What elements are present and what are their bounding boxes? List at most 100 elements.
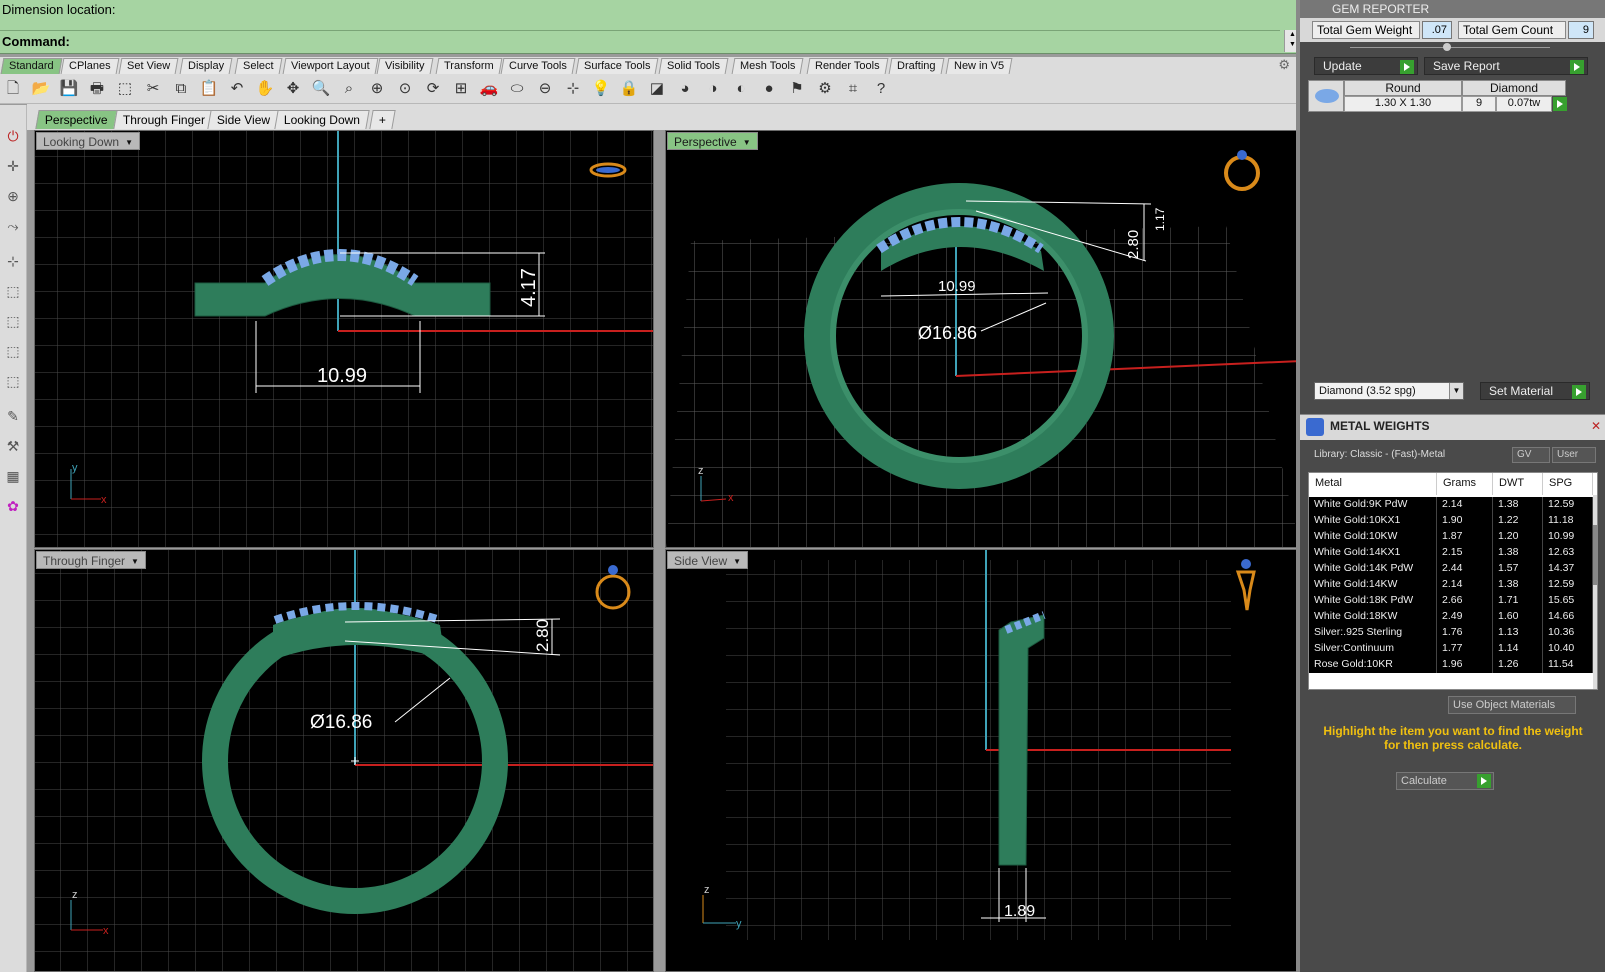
- flag-icon[interactable]: ⚑: [786, 78, 808, 100]
- box-edit-icon[interactable]: ⬚: [2, 310, 24, 332]
- zoom-selected-icon[interactable]: ⊙: [394, 78, 416, 100]
- settings-icon[interactable]: ⚙: [814, 78, 836, 100]
- viewport-label-perspective[interactable]: Perspective ▼: [667, 132, 758, 150]
- new-icon[interactable]: 🗋: [2, 78, 24, 100]
- rotate-view-icon[interactable]: ⟳: [422, 78, 444, 100]
- tab-side-view[interactable]: Side View: [207, 110, 280, 129]
- viewport-side-view[interactable]: 1.89 z y Side View ▼: [665, 549, 1300, 972]
- light-icon[interactable]: 💡: [590, 78, 612, 100]
- render-icon[interactable]: ●: [758, 78, 780, 100]
- print-icon[interactable]: 🖶: [86, 78, 108, 100]
- transform-icon[interactable]: ✎: [2, 405, 24, 427]
- calculate-button[interactable]: Calculate: [1396, 772, 1494, 790]
- undo-icon[interactable]: ↶: [226, 78, 248, 100]
- tab-viewport-layout[interactable]: Viewport Layout: [282, 58, 379, 74]
- tab-standard[interactable]: Standard: [0, 58, 63, 74]
- add-tab-button[interactable]: +: [369, 110, 396, 129]
- save-icon[interactable]: 💾: [58, 78, 80, 100]
- paste-icon[interactable]: 📋: [198, 78, 220, 100]
- box-solid-icon[interactable]: ⬚: [2, 340, 24, 362]
- viewport-label-looking-down[interactable]: Looking Down ▼: [36, 132, 140, 150]
- gem-slider[interactable]: [1300, 42, 1605, 54]
- tab-render-tools[interactable]: Render Tools: [806, 58, 889, 74]
- table-row[interactable]: White Gold:14KX1 2.15 1.38 12.63: [1309, 545, 1593, 561]
- tab-solid-tools[interactable]: Solid Tools: [658, 58, 729, 74]
- table-row[interactable]: Silver:Continuum 1.77 1.14 10.40: [1309, 641, 1593, 657]
- box-shade-icon[interactable]: ⬚: [2, 370, 24, 392]
- layer-icon[interactable]: ◪: [646, 78, 668, 100]
- tab-curve-tools[interactable]: Curve Tools: [500, 58, 576, 74]
- tab-looking-down[interactable]: Looking Down: [274, 110, 370, 129]
- shaded-sphere-icon[interactable]: ◑: [702, 78, 724, 100]
- point-icon[interactable]: ✛: [2, 155, 24, 177]
- tab-visibility[interactable]: Visibility: [376, 58, 433, 74]
- help-icon[interactable]: ?: [870, 78, 892, 100]
- tab-transform[interactable]: Transform: [435, 58, 503, 74]
- table-row[interactable]: White Gold:9K PdW 2.14 1.38 12.59: [1309, 497, 1593, 513]
- tab-set-view[interactable]: Set View: [118, 58, 179, 74]
- table-row[interactable]: White Gold:14K PdW 2.44 1.57 14.37: [1309, 561, 1593, 577]
- zoom-extents-icon[interactable]: ⊕: [366, 78, 388, 100]
- cplane-icon[interactable]: ⬭: [506, 78, 528, 100]
- viewport-perspective[interactable]: 10.99 Ø16.86 2.80 1.17 z x Perspective ▼: [665, 130, 1300, 548]
- tab-new-in-v5[interactable]: New in V5: [945, 58, 1013, 74]
- table-row[interactable]: Silver:.925 Sterling 1.76 1.13 10.36: [1309, 625, 1593, 641]
- tab-through-finger[interactable]: Through Finger: [113, 110, 215, 129]
- table-row[interactable]: White Gold:10KW 1.87 1.20 10.99: [1309, 529, 1593, 545]
- viewport-label-side-view[interactable]: Side View ▼: [667, 551, 749, 569]
- four-view-icon[interactable]: ⊞: [450, 78, 472, 100]
- rendered-sphere-icon[interactable]: ◐: [730, 78, 752, 100]
- set-material-button[interactable]: Set Material: [1480, 382, 1590, 400]
- use-object-materials-select[interactable]: Use Object Materials: [1448, 696, 1576, 714]
- viewport-looking-down[interactable]: 10.99 4.17 y x Looking Down ▼: [34, 130, 654, 548]
- open-icon[interactable]: 📂: [30, 78, 52, 100]
- tab-mesh-tools[interactable]: Mesh Tools: [731, 58, 804, 74]
- viewport-label-through-finger[interactable]: Through Finger ▼: [36, 551, 146, 569]
- zoom-window-icon[interactable]: ⌕: [338, 78, 360, 100]
- update-button[interactable]: Update: [1314, 57, 1418, 75]
- table-scrollbar[interactable]: [1593, 495, 1597, 689]
- total-gem-weight-label: Total Gem Weight: [1312, 21, 1420, 39]
- panel-divider[interactable]: [1296, 0, 1300, 972]
- gv-button[interactable]: GV: [1512, 447, 1550, 463]
- table-row[interactable]: Rose Gold:10KR 1.96 1.26 11.54: [1309, 657, 1593, 673]
- table-row[interactable]: White Gold:14KW 2.14 1.38 12.59: [1309, 577, 1593, 593]
- curve-icon[interactable]: ⤳: [2, 215, 24, 237]
- move-icon[interactable]: ✥: [282, 78, 304, 100]
- import-icon[interactable]: ⬚: [114, 78, 136, 100]
- plugin-icon[interactable]: ✿: [2, 495, 24, 517]
- tab-drafting[interactable]: Drafting: [888, 58, 944, 74]
- material-select[interactable]: Diamond (3.52 spg) ▼: [1314, 382, 1464, 400]
- zoom-icon[interactable]: 🔍: [310, 78, 332, 100]
- axis-icon[interactable]: ⊹: [2, 250, 24, 272]
- texture-icon[interactable]: ▦: [2, 465, 24, 487]
- command-input[interactable]: Command:: [0, 30, 1280, 52]
- stop-icon[interactable]: ⏻: [2, 125, 24, 147]
- properties-icon[interactable]: ⌗: [842, 78, 864, 100]
- save-report-button[interactable]: Save Report: [1424, 57, 1588, 75]
- viewport-through-finger[interactable]: 2.80 Ø16.86 z x Through Finger ▼: [34, 549, 654, 972]
- table-row[interactable]: White Gold:10KX1 1.90 1.22 11.18: [1309, 513, 1593, 529]
- cut-icon[interactable]: ✂: [142, 78, 164, 100]
- tab-select[interactable]: Select: [234, 58, 282, 74]
- lock-icon[interactable]: 🔒: [618, 78, 640, 100]
- gem-row-play-icon[interactable]: [1553, 97, 1567, 111]
- mesh-icon[interactable]: ⚒: [2, 435, 24, 457]
- tab-display[interactable]: Display: [179, 58, 233, 74]
- pan-icon[interactable]: ✋: [254, 78, 276, 100]
- tab-cplanes[interactable]: CPlanes: [60, 58, 119, 74]
- tab-perspective[interactable]: Perspective: [35, 110, 118, 129]
- gear-icon[interactable]: ⚙: [1278, 57, 1290, 73]
- table-row[interactable]: White Gold:18K PdW 2.66 1.71 15.65: [1309, 593, 1593, 609]
- tab-surface-tools[interactable]: Surface Tools: [575, 58, 659, 74]
- grid-snap-icon[interactable]: ⊹: [562, 78, 584, 100]
- copy-icon[interactable]: ⧉: [170, 78, 192, 100]
- close-icon[interactable]: ✕: [1591, 419, 1601, 433]
- color-wheel-icon[interactable]: ◕: [674, 78, 696, 100]
- car-icon[interactable]: 🚗: [478, 78, 500, 100]
- circle-icon[interactable]: ⊕: [2, 185, 24, 207]
- snap-icon[interactable]: ⊖: [534, 78, 556, 100]
- table-row[interactable]: White Gold:18KW 2.49 1.60 14.66: [1309, 609, 1593, 625]
- box-icon[interactable]: ⬚: [2, 280, 24, 302]
- user-button[interactable]: User: [1552, 447, 1596, 463]
